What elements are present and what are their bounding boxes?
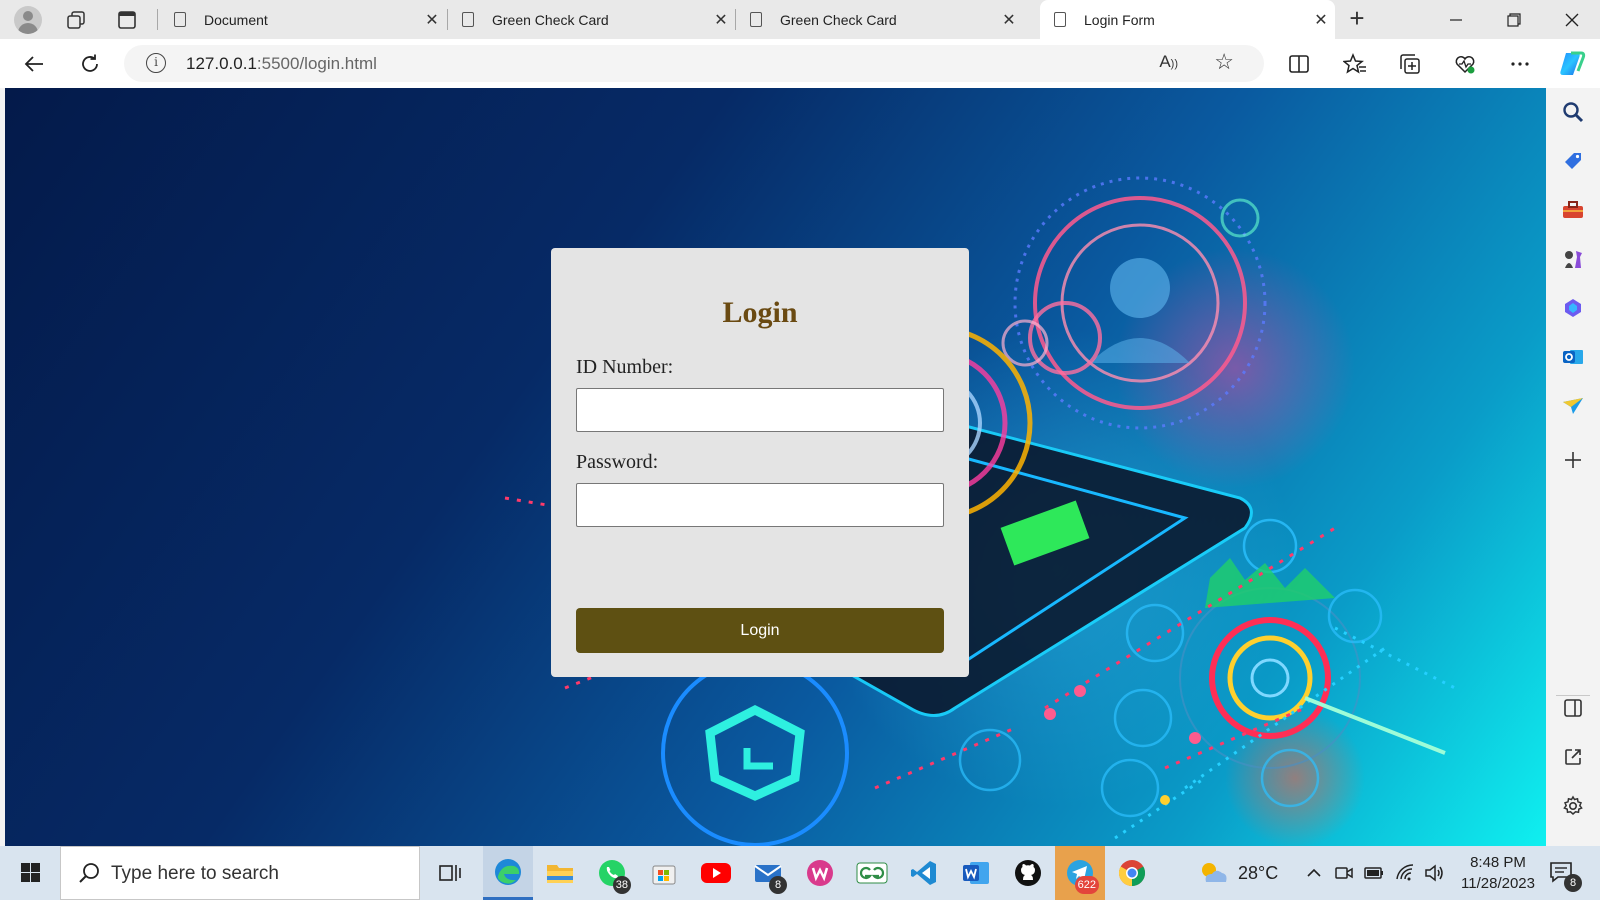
file-explorer-icon[interactable] bbox=[535, 846, 585, 900]
youtube-icon[interactable] bbox=[691, 846, 741, 900]
tab-title: Green Check Card bbox=[492, 11, 609, 28]
windows-start-icon[interactable] bbox=[10, 858, 50, 888]
browser-essentials-icon[interactable] bbox=[1449, 48, 1481, 80]
settings-icon[interactable] bbox=[1559, 792, 1587, 820]
site-info-icon[interactable]: i bbox=[146, 53, 166, 73]
edge-sidebar bbox=[1546, 88, 1600, 846]
taskbar-search-box[interactable]: Type here to search bbox=[60, 846, 420, 900]
system-clock[interactable]: 8:48 PM 11/28/2023 bbox=[1448, 852, 1548, 894]
add-sidebar-item-icon[interactable] bbox=[1559, 446, 1587, 474]
close-tab-icon[interactable]: ✕ bbox=[1307, 10, 1335, 30]
close-tab-icon[interactable]: ✕ bbox=[707, 10, 735, 30]
favorites-icon[interactable] bbox=[1339, 48, 1371, 80]
password-label: Password: bbox=[576, 451, 659, 473]
chrome-icon[interactable] bbox=[1107, 846, 1157, 900]
wifi-icon[interactable] bbox=[1394, 846, 1416, 900]
restore-button[interactable] bbox=[1486, 0, 1542, 39]
split-panel-icon[interactable] bbox=[1559, 694, 1587, 722]
login-submit-button[interactable]: Login bbox=[576, 608, 944, 653]
profile-avatar[interactable] bbox=[14, 6, 42, 34]
page-icon bbox=[462, 12, 474, 27]
windows-taskbar: Type here to search 38 8 622 28°C 8:48 P… bbox=[0, 846, 1600, 900]
tab-green-check-card-2[interactable]: Green Check Card ✕ bbox=[736, 0, 1023, 39]
password-input[interactable] bbox=[576, 483, 944, 527]
login-title: Login bbox=[722, 296, 798, 329]
tab-actions-icon[interactable] bbox=[112, 5, 142, 35]
new-tab-button[interactable]: + bbox=[1342, 4, 1372, 34]
show-hidden-icons-chevron-icon[interactable] bbox=[1305, 846, 1323, 900]
tab-strip: Document ✕ Green Check Card ✕ Green Chec… bbox=[0, 0, 1600, 39]
volume-icon[interactable] bbox=[1423, 846, 1445, 900]
workspaces-icon[interactable] bbox=[61, 5, 91, 35]
copilot-icon[interactable] bbox=[1556, 48, 1588, 80]
toolbox-icon[interactable] bbox=[1559, 196, 1587, 224]
mail-badge: 8 bbox=[769, 876, 787, 894]
copilot-apps-icon[interactable] bbox=[1559, 294, 1587, 322]
search-placeholder: Type here to search bbox=[111, 863, 279, 884]
back-button[interactable] bbox=[18, 48, 50, 80]
geeksforgeeks-icon[interactable] bbox=[847, 846, 897, 900]
notifications-icon[interactable]: 8 bbox=[1548, 860, 1582, 892]
login-card: Login ID Number: Password: Login bbox=[551, 248, 969, 677]
wps-office-icon[interactable] bbox=[795, 846, 845, 900]
tab-green-check-card-1[interactable]: Green Check Card ✕ bbox=[448, 0, 735, 39]
page-icon bbox=[750, 12, 762, 27]
refresh-button[interactable] bbox=[74, 48, 106, 80]
address-bar[interactable]: i 127.0.0.1:5500/login.html A)) ☆ bbox=[124, 45, 1264, 82]
telegram-icon[interactable]: 622 bbox=[1055, 846, 1105, 900]
minimize-button[interactable] bbox=[1428, 0, 1484, 39]
partly-cloudy-icon bbox=[1202, 863, 1227, 882]
url-host: 127.0.0.1 bbox=[186, 54, 257, 73]
word-icon[interactable] bbox=[951, 846, 1001, 900]
collections-icon[interactable] bbox=[1394, 48, 1426, 80]
browser-toolbar: i 127.0.0.1:5500/login.html A)) ☆ bbox=[0, 39, 1600, 88]
search-icon[interactable] bbox=[1559, 98, 1587, 126]
id-number-input[interactable] bbox=[576, 388, 944, 432]
task-view-icon[interactable] bbox=[425, 846, 475, 900]
send-icon[interactable] bbox=[1559, 392, 1587, 420]
more-menu-icon[interactable] bbox=[1504, 48, 1536, 80]
id-number-label: ID Number: bbox=[576, 356, 674, 378]
vscode-icon[interactable] bbox=[899, 846, 949, 900]
close-tab-icon[interactable]: ✕ bbox=[418, 10, 446, 30]
weather-widget[interactable]: 28°C bbox=[1196, 846, 1278, 900]
read-aloud-icon[interactable]: A)) bbox=[1159, 52, 1178, 72]
battery-icon[interactable] bbox=[1363, 846, 1385, 900]
tab-title: Document bbox=[204, 11, 268, 28]
external-link-icon[interactable] bbox=[1559, 743, 1587, 771]
url-path: :5500/login.html bbox=[256, 54, 377, 73]
outlook-icon[interactable] bbox=[1559, 343, 1587, 371]
mail-icon[interactable]: 8 bbox=[743, 846, 793, 900]
tab-title: Login Form bbox=[1084, 11, 1155, 28]
close-tab-icon[interactable]: ✕ bbox=[995, 10, 1023, 30]
whatsapp-badge: 38 bbox=[612, 876, 631, 894]
shopping-tag-icon[interactable] bbox=[1559, 147, 1587, 175]
page-icon bbox=[174, 12, 186, 27]
edge-taskbar-icon[interactable] bbox=[483, 846, 533, 900]
chess-icon[interactable] bbox=[1559, 245, 1587, 273]
favorite-star-icon[interactable]: ☆ bbox=[1214, 49, 1234, 75]
search-icon bbox=[79, 863, 99, 883]
github-icon[interactable] bbox=[1003, 846, 1053, 900]
microsoft-store-icon[interactable] bbox=[639, 846, 689, 900]
meet-now-icon[interactable] bbox=[1334, 846, 1354, 900]
page-viewport: Login ID Number: Password: Login bbox=[5, 88, 1546, 846]
split-screen-icon[interactable] bbox=[1283, 48, 1315, 80]
tab-login-form[interactable]: Login Form ✕ bbox=[1040, 0, 1335, 39]
clock-date: 11/28/2023 bbox=[1461, 875, 1535, 892]
url-text[interactable]: 127.0.0.1:5500/login.html bbox=[186, 54, 377, 74]
tab-title: Green Check Card bbox=[780, 11, 897, 28]
tab-document[interactable]: Document ✕ bbox=[160, 0, 446, 39]
weather-temperature: 28°C bbox=[1238, 862, 1279, 883]
clock-time: 8:48 PM bbox=[1470, 854, 1526, 871]
notifications-badge: 8 bbox=[1564, 874, 1582, 892]
telegram-badge: 622 bbox=[1074, 876, 1099, 894]
page-icon bbox=[1054, 12, 1066, 27]
close-window-button[interactable] bbox=[1544, 0, 1600, 39]
whatsapp-icon[interactable]: 38 bbox=[587, 846, 637, 900]
